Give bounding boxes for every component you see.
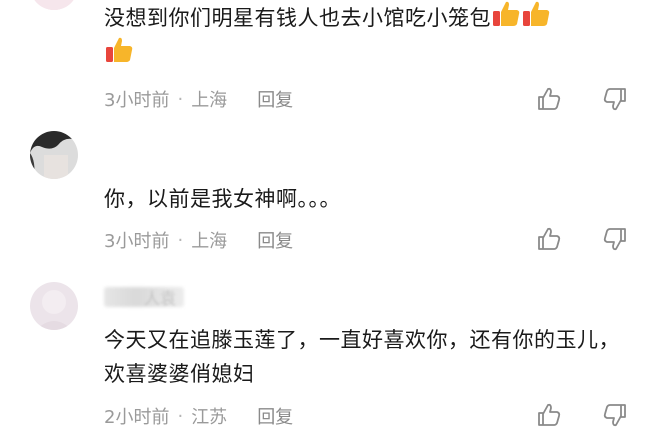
thumbs-up-icon [106, 37, 133, 62]
comment-text: 你，以前是我女神啊。。。 [104, 182, 624, 216]
reply-button[interactable]: 回复 [257, 86, 293, 112]
reply-button[interactable]: 回复 [257, 227, 293, 253]
dislike-icon[interactable] [602, 402, 628, 428]
dislike-icon[interactable] [602, 86, 628, 112]
avatar[interactable] [30, 0, 78, 10]
comment-meta: 2小时前 · 江苏 回复 [104, 403, 293, 429]
comment-meta: 3小时前 · 上海 回复 [104, 86, 293, 112]
comment-time: 2小时前 [104, 407, 170, 428]
like-icon[interactable] [536, 402, 562, 428]
comment-time: 3小时前 [104, 90, 170, 111]
separator: · [177, 405, 184, 427]
avatar[interactable] [30, 131, 78, 179]
comment-text: 今天又在追滕玉莲了，一直好喜欢你，还有你的玉儿，欢喜婆婆俏媳妇 [104, 323, 624, 391]
reply-button[interactable]: 回复 [257, 403, 293, 429]
comment-location: 上海 [191, 90, 228, 111]
thumbs-up-icon [493, 1, 520, 27]
dislike-icon[interactable] [602, 226, 628, 252]
comment-body: 没想到你们明星有钱人也去小馆吃小笼包 [104, 6, 491, 30]
avatar[interactable] [30, 282, 78, 330]
comment-body: 你，以前是我女神啊。。。 [104, 187, 341, 211]
username[interactable]: 人袁 [104, 285, 184, 309]
comment-meta: 3小时前 · 上海 回复 [104, 227, 293, 253]
comment-body: 今天又在追滕玉莲了，一直好喜欢你，还有你的玉儿，欢喜婆婆俏媳妇 [104, 328, 620, 386]
comment-time: 3小时前 [104, 231, 170, 252]
comment-location: 江苏 [191, 407, 228, 428]
comment-location: 上海 [191, 231, 228, 252]
like-icon[interactable] [536, 86, 562, 112]
thumbs-up-icon [523, 1, 550, 27]
username-text: 人袁 [144, 289, 177, 308]
like-icon[interactable] [536, 226, 562, 252]
separator: · [177, 229, 184, 251]
comment-text: 没想到你们明星有钱人也去小馆吃小笼包 [104, 0, 644, 71]
separator: · [177, 88, 184, 110]
